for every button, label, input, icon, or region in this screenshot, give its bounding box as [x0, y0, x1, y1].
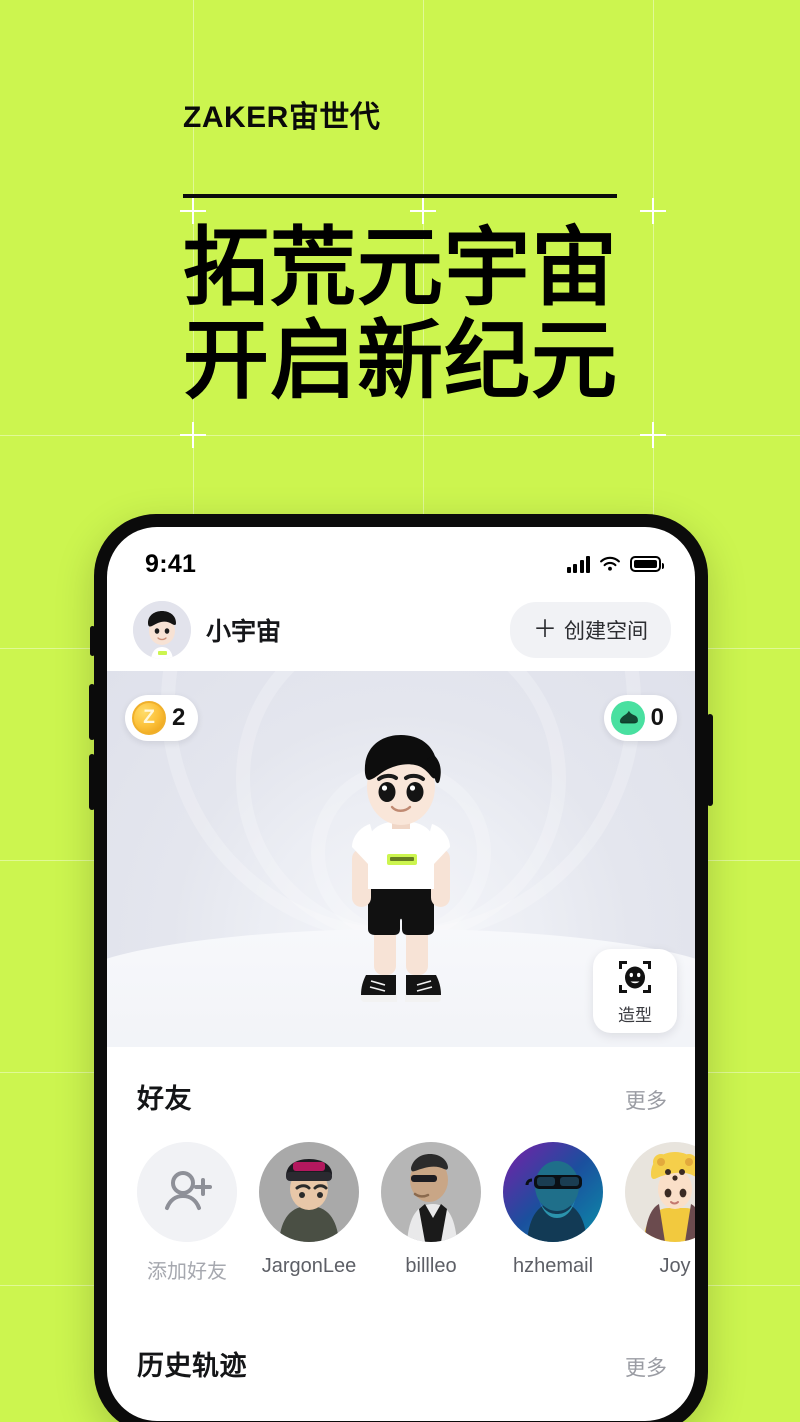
- list-item-label: Joy: [659, 1255, 691, 1277]
- app-header: 小宇宙 ＋ 创建空间: [107, 589, 695, 671]
- battery-icon: [630, 556, 664, 572]
- cellular-bars-icon: [566, 555, 590, 573]
- coin-count: 2: [172, 704, 186, 731]
- list-item[interactable]: 添加好友: [137, 1142, 237, 1284]
- phone-volume-up[interactable]: [89, 684, 95, 740]
- phone-mockup: 9:41 小宇宙 ＋ 创建空间 Z 2 0 造型 好友 更多 添加好友 Jarg…: [89, 514, 713, 1422]
- poster-headline: 拓荒元宇宙 开启新纪元: [183, 222, 743, 408]
- face-scan-icon: [619, 960, 651, 993]
- status-bar-icons: [566, 555, 664, 573]
- steps-count: 0: [650, 704, 664, 731]
- steps-badge[interactable]: 0: [603, 695, 677, 741]
- friend-avatar-hzhemail[interactable]: [503, 1142, 603, 1242]
- history-section-header: 历史轨迹 更多: [107, 1314, 695, 1383]
- status-bar: 9:41: [107, 527, 695, 589]
- add-friend-icon[interactable]: [137, 1142, 237, 1242]
- headline-line-2: 开启新纪元: [183, 312, 618, 409]
- list-item[interactable]: JargonLee: [259, 1142, 359, 1284]
- phone-volume-down[interactable]: [89, 754, 95, 810]
- user-block[interactable]: 小宇宙: [133, 601, 281, 659]
- crosshair-marker: [180, 422, 206, 448]
- avatar-stage[interactable]: Z 2 0 造型: [107, 671, 695, 1047]
- avatar[interactable]: [133, 601, 191, 659]
- create-space-label: 创建空间: [564, 620, 648, 643]
- username: 小宇宙: [206, 618, 282, 646]
- avatar-character-3d[interactable]: [316, 721, 486, 1021]
- grid-line-horizontal: [0, 435, 800, 436]
- friend-avatar-joy[interactable]: [625, 1142, 695, 1242]
- list-item-label: hzhemail: [512, 1255, 594, 1277]
- phone-power-button[interactable]: [707, 714, 713, 806]
- list-item[interactable]: Joy: [625, 1142, 695, 1284]
- list-item[interactable]: billleo: [381, 1142, 481, 1284]
- list-item-label: JargonLee: [261, 1255, 357, 1277]
- friends-section-header: 好友 更多: [107, 1047, 695, 1116]
- coin-icon: Z: [132, 701, 166, 735]
- friends-title: 好友: [137, 1084, 192, 1114]
- wifi-icon: [600, 556, 620, 571]
- friend-avatar-jargonlee[interactable]: [259, 1142, 359, 1242]
- friends-more-link[interactable]: 更多: [625, 1085, 667, 1115]
- create-space-button[interactable]: ＋ 创建空间: [510, 602, 671, 658]
- headline-line-1: 拓荒元宇宙: [183, 220, 618, 316]
- plus-icon: ＋: [533, 616, 557, 643]
- status-bar-clock: 9:41: [145, 549, 197, 578]
- friend-avatar-billleo[interactable]: [381, 1142, 481, 1242]
- list-item[interactable]: hzhemail: [503, 1142, 603, 1284]
- style-button[interactable]: 造型: [593, 949, 677, 1033]
- sneaker-icon: [610, 701, 645, 735]
- poster-hero: ZAKER宙世代 拓荒元宇宙 开启新纪元: [183, 100, 743, 408]
- phone-screen: 9:41 小宇宙 ＋ 创建空间 Z 2 0 造型 好友 更多 添加好友 Jarg…: [107, 527, 695, 1421]
- friends-list[interactable]: 添加好友 JargonLee billleo hzhemail Joy: [107, 1116, 695, 1284]
- history-title: 历史轨迹: [137, 1351, 247, 1381]
- style-button-label: 造型: [618, 1005, 652, 1025]
- crosshair-marker: [640, 422, 666, 448]
- brand-title: ZAKER宙世代: [183, 101, 381, 134]
- list-item-label: 添加好友: [147, 1261, 227, 1283]
- history-more-link[interactable]: 更多: [625, 1352, 667, 1382]
- phone-mute-switch[interactable]: [90, 626, 95, 656]
- divider-rule: [183, 194, 617, 198]
- coin-badge[interactable]: Z 2: [125, 695, 199, 741]
- list-item-label: billleo: [405, 1255, 457, 1277]
